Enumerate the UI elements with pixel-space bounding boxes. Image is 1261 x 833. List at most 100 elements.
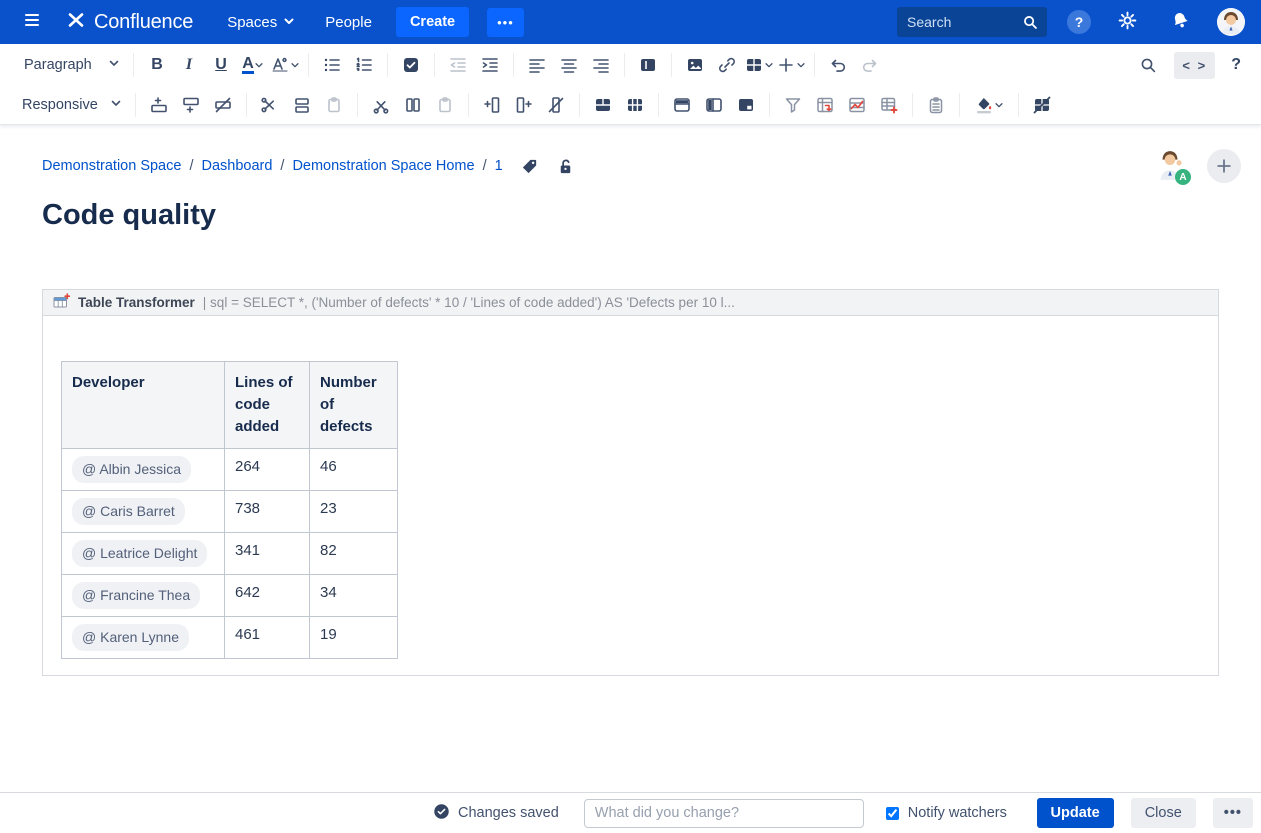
insert-row-below-button[interactable] — [175, 90, 207, 120]
lines-cell[interactable]: 461 — [225, 617, 310, 659]
indent-button[interactable] — [474, 50, 506, 80]
developer-cell[interactable]: @ Leatrice Delight — [62, 533, 225, 575]
paste-column-button[interactable] — [429, 90, 461, 120]
user-mention[interactable]: @ Albin Jessica — [72, 456, 191, 483]
undo-button[interactable] — [822, 50, 854, 80]
align-right-button[interactable] — [585, 50, 617, 80]
user-mention[interactable]: @ Leatrice Delight — [72, 540, 207, 567]
merge-cells-button[interactable] — [587, 90, 619, 120]
paste-row-button[interactable] — [318, 90, 350, 120]
user-mention[interactable]: @ Karen Lynne — [72, 624, 189, 651]
insert-table-button[interactable] — [743, 50, 775, 80]
cut-column-button[interactable] — [365, 90, 397, 120]
footer-more-button[interactable]: ••• — [1213, 798, 1253, 828]
defects-cell[interactable]: 23 — [310, 491, 398, 533]
filter-table-button[interactable] — [777, 90, 809, 120]
nav-item-spaces[interactable]: Spaces — [221, 10, 301, 35]
macro-header[interactable]: Table Transformer | sql = SELECT *, ('Nu… — [42, 289, 1219, 316]
labels-button[interactable] — [519, 151, 541, 181]
defects-cell[interactable]: 19 — [310, 617, 398, 659]
app-switcher-button[interactable] — [16, 6, 48, 38]
task-list-button[interactable] — [395, 50, 427, 80]
table-style-dropdown[interactable]: Responsive — [16, 93, 128, 117]
copy-column-button[interactable] — [397, 90, 429, 120]
table-transformer-macro[interactable]: Table Transformer | sql = SELECT *, ('Nu… — [42, 289, 1219, 676]
developer-cell[interactable]: @ Karen Lynne — [62, 617, 225, 659]
defects-cell[interactable]: 34 — [310, 575, 398, 617]
lines-cell[interactable]: 642 — [225, 575, 310, 617]
text-color-button[interactable]: A — [237, 50, 269, 80]
breadcrumb-item[interactable]: Demonstration Space — [42, 158, 181, 174]
close-button[interactable]: Close — [1131, 798, 1196, 828]
bold-button[interactable]: B — [141, 50, 173, 80]
nav-item-people[interactable]: People — [319, 10, 378, 35]
add-collaborator-button[interactable] — [1207, 149, 1241, 183]
cut-row-button[interactable] — [254, 90, 286, 120]
underline-button[interactable]: U — [205, 50, 237, 80]
column-header[interactable]: Developer — [62, 362, 225, 449]
code-quality-table[interactable]: Developer Lines of code added Number of … — [61, 361, 398, 659]
confluence-logo[interactable]: Confluence — [66, 10, 193, 35]
lines-cell[interactable]: 341 — [225, 533, 310, 575]
insert-column-right-button[interactable] — [508, 90, 540, 120]
find-replace-button[interactable] — [1132, 50, 1164, 80]
settings-button[interactable] — [1111, 6, 1144, 39]
bullet-list-button[interactable] — [316, 50, 348, 80]
align-left-button[interactable] — [521, 50, 553, 80]
column-header[interactable]: Lines of code added — [225, 362, 310, 449]
split-cells-button[interactable] — [619, 90, 651, 120]
insert-row-above-button[interactable] — [143, 90, 175, 120]
breadcrumb-item[interactable]: 1 — [495, 158, 503, 174]
heading-column-button[interactable] — [698, 90, 730, 120]
redo-button[interactable] — [854, 50, 886, 80]
column-header[interactable]: Number of defects — [310, 362, 398, 449]
add-transformed-table-button[interactable] — [873, 90, 905, 120]
outdent-button[interactable] — [442, 50, 474, 80]
notify-watchers-checkbox[interactable] — [886, 807, 899, 820]
copy-row-button[interactable] — [286, 90, 318, 120]
user-mention[interactable]: @ Francine Thea — [72, 582, 200, 609]
defects-cell[interactable]: 46 — [310, 449, 398, 491]
insert-column-left-button[interactable] — [476, 90, 508, 120]
breadcrumb-item[interactable]: Dashboard — [201, 158, 272, 174]
create-button[interactable]: Create — [396, 7, 469, 37]
source-editor-button[interactable]: < > — [1174, 52, 1215, 79]
help-button[interactable]: ? — [1067, 10, 1091, 34]
insert-more-button[interactable] — [775, 50, 807, 80]
no-heading-button[interactable] — [730, 90, 762, 120]
chart-from-table-button[interactable] — [841, 90, 873, 120]
italic-button[interactable]: I — [173, 50, 205, 80]
user-mention[interactable]: @ Caris Barret — [72, 498, 185, 525]
developer-cell[interactable]: @ Caris Barret — [62, 491, 225, 533]
user-avatar[interactable] — [1217, 8, 1245, 36]
table-plus-icon — [879, 95, 899, 115]
developer-cell[interactable]: @ Albin Jessica — [62, 449, 225, 491]
insert-image-button[interactable] — [679, 50, 711, 80]
editing-avatar[interactable]: A — [1155, 149, 1185, 183]
version-comment-input[interactable] — [584, 799, 864, 828]
align-center-button[interactable] — [553, 50, 585, 80]
pivot-table-button[interactable] — [809, 90, 841, 120]
editor-help-button[interactable]: ? — [1225, 55, 1247, 75]
lines-cell[interactable]: 264 — [225, 449, 310, 491]
restrictions-button[interactable] — [555, 151, 577, 181]
numbered-list-button[interactable] — [348, 50, 380, 80]
copy-table-button[interactable] — [920, 90, 952, 120]
lines-cell[interactable]: 738 — [225, 491, 310, 533]
page-layout-button[interactable] — [632, 50, 664, 80]
formatting-more-button[interactable] — [269, 50, 301, 80]
breadcrumb-item[interactable]: Demonstration Space Home — [292, 158, 474, 174]
nav-more-button[interactable]: ••• — [487, 8, 524, 37]
divider — [658, 93, 659, 117]
developer-cell[interactable]: @ Francine Thea — [62, 575, 225, 617]
insert-link-button[interactable] — [711, 50, 743, 80]
paragraph-style-dropdown[interactable]: Paragraph — [18, 53, 126, 77]
remove-table-button[interactable] — [1026, 90, 1058, 120]
defects-cell[interactable]: 82 — [310, 533, 398, 575]
cell-fill-color-button[interactable] — [967, 90, 1011, 120]
notifications-button[interactable] — [1164, 6, 1197, 39]
heading-row-button[interactable] — [666, 90, 698, 120]
update-button[interactable]: Update — [1037, 798, 1114, 828]
delete-row-button[interactable] — [207, 90, 239, 120]
delete-column-button[interactable] — [540, 90, 572, 120]
